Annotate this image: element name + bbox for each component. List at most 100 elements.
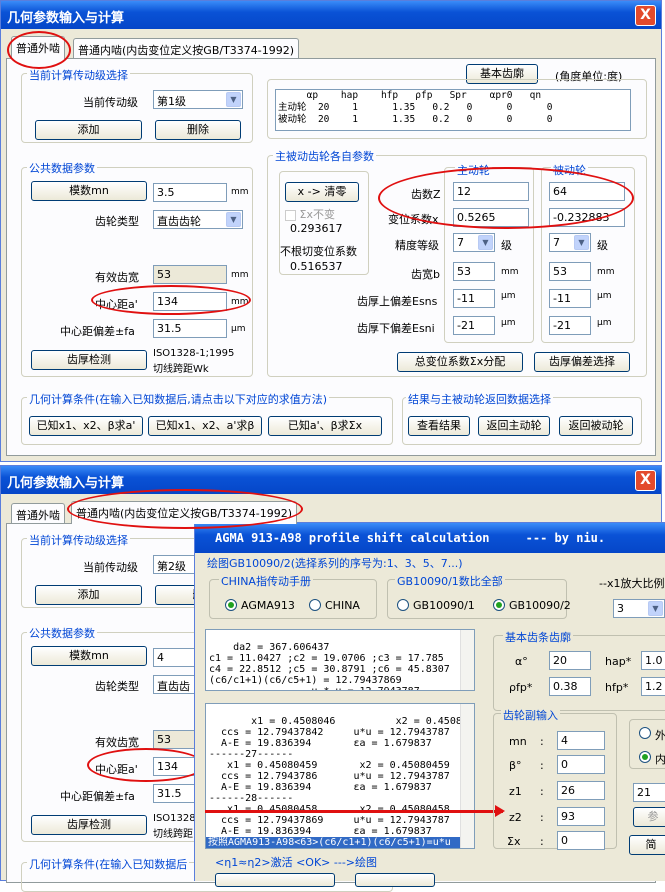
group-level-label-2: 当前计算传动级选择 xyxy=(27,532,130,548)
add-button[interactable]: 添加 xyxy=(35,120,142,140)
scrollbar[interactable] xyxy=(460,704,474,848)
um-unit: μm xyxy=(501,291,516,301)
china-radio[interactable] xyxy=(309,599,321,611)
annotation-circle xyxy=(91,285,251,315)
um-unit: μm xyxy=(501,318,516,328)
right-value[interactable]: 21 xyxy=(633,783,665,802)
group-basic-rack-label: 基本齿条齿廓 xyxy=(503,629,573,645)
close-button-2[interactable]: X xyxy=(635,470,656,491)
colon: : xyxy=(540,785,544,798)
gear-type-select[interactable]: 直齿齿轮 ▼ xyxy=(153,210,243,229)
alpha-input[interactable]: 20 xyxy=(549,651,591,670)
group-level-label: 当前计算传动级选择 xyxy=(27,67,130,83)
beta-label: β° xyxy=(509,759,522,772)
mm-unit: mm xyxy=(231,270,249,280)
thickness-note-2: 切线跨距Wk xyxy=(153,364,209,375)
mn-label: mn xyxy=(509,735,527,748)
agma-title: AGMA 913-A98 profile shift calculation -… xyxy=(195,523,665,553)
thickness-note-1: ISO1328-1;1995 xyxy=(153,348,235,359)
close-button-1[interactable]: X xyxy=(635,5,656,26)
b1-input[interactable]: 53 xyxy=(453,262,495,281)
colon: : xyxy=(540,835,544,848)
module-button[interactable]: 模数mn xyxy=(31,181,147,201)
hfp-input[interactable]: 1.2 xyxy=(641,677,665,696)
esns2-input[interactable]: -11 xyxy=(549,289,591,308)
module-input[interactable]: 3.5 xyxy=(153,183,227,202)
z1-label: z1 xyxy=(509,785,522,798)
param-button[interactable]: 参 xyxy=(633,807,665,827)
thickness-check-button[interactable]: 齿厚检测 xyxy=(31,350,147,370)
thickness-note-2-1: ISO1328 xyxy=(153,813,196,824)
z2-input-agma[interactable]: 93 xyxy=(557,807,605,826)
tab-external-mesh-2[interactable]: 普通外啮 xyxy=(11,503,65,524)
current-level-label: 当前传动级 xyxy=(83,96,138,109)
return-drive-button[interactable]: 返回主动轮 xyxy=(478,416,550,436)
annotation-underline xyxy=(205,810,503,813)
cd-tolerance-input[interactable]: 31.5 xyxy=(153,319,227,338)
rho-input[interactable]: 0.38 xyxy=(549,677,591,696)
result-textbox-1[interactable]: da2 = 367.606437 c1 = 11.0427 ;c2 = 19.0… xyxy=(205,629,475,691)
mm-unit: mm xyxy=(501,267,519,277)
scrollbar[interactable] xyxy=(460,630,474,690)
sumx-fixed-label: Σx不变 xyxy=(299,208,335,221)
current-level-value-2: 第2级 xyxy=(157,560,186,573)
sumx-fixed-checkbox[interactable]: Σx不变 xyxy=(285,206,335,222)
tab-panel: 当前计算传动级选择 当前传动级 第1级 ▼ 添加 删除 公共数据参数 模数mn 3… xyxy=(6,58,656,456)
annotation-circle xyxy=(87,748,205,782)
thickness-check-button-2[interactable]: 齿厚检测 xyxy=(31,815,147,835)
window-title-2: 几何参数输入与计算 xyxy=(1,466,661,494)
current-level-select[interactable]: 第1级 ▼ xyxy=(153,90,243,109)
method-3-button[interactable]: 已知a'、β求Σx xyxy=(268,416,382,436)
no-undercut-label: 不根切变位系数 xyxy=(280,245,357,258)
gb10090-2-label: GB10090/2 xyxy=(509,599,571,612)
sumx-input[interactable]: 0 xyxy=(557,831,605,850)
chevron-down-icon: ▼ xyxy=(226,212,241,227)
esni1-input[interactable]: -21 xyxy=(453,316,495,335)
gb10090-1-label: GB10090/1 xyxy=(413,599,475,612)
esns1-input[interactable]: -11 xyxy=(453,289,495,308)
simple-button[interactable]: 简 xyxy=(629,835,665,855)
result-selected-line: 按照AGMA913-A98<63>(c6/c1+1)(c6/c5+1)=u*u xyxy=(206,837,460,848)
thickness-dev-button[interactable]: 齿厚偏差选择 xyxy=(534,352,630,372)
view-result-button[interactable]: 查看结果 xyxy=(408,416,470,436)
b2-input[interactable]: 53 xyxy=(549,262,591,281)
mn-input[interactable]: 4 xyxy=(557,731,605,750)
module-button-2[interactable]: 模数mn xyxy=(31,646,147,666)
gb10090-1-radio[interactable] xyxy=(397,599,409,611)
annotation-circle xyxy=(378,167,634,229)
magnify-select[interactable]: 3 ▼ xyxy=(613,599,665,618)
group-basic-rack xyxy=(493,635,665,711)
gb10090-2-radio[interactable] xyxy=(493,599,505,611)
x-clear-button[interactable]: x -> 清零 xyxy=(285,182,359,202)
hap-input[interactable]: 1.0 xyxy=(641,651,665,670)
method-2-button[interactable]: 已知x1、x2、a'求β xyxy=(148,416,262,436)
hap-label: hap* xyxy=(605,655,632,668)
sumx-distribute-button[interactable]: 总变位系数Σx分配 xyxy=(397,352,523,372)
footer-button-1[interactable] xyxy=(215,873,335,887)
method-1-button[interactable]: 已知x1、x2、β求a' xyxy=(29,416,143,436)
accuracy-2-select[interactable]: 7 ▼ xyxy=(549,233,591,252)
colon: : xyxy=(540,735,544,748)
group-gear-pair-label: 齿轮副输入 xyxy=(501,707,560,723)
agma913-radio[interactable] xyxy=(225,599,237,611)
accuracy-2-value: 7 xyxy=(553,236,560,249)
z1-input-agma[interactable]: 26 xyxy=(557,781,605,800)
window-title-1: 几何参数输入与计算 xyxy=(1,1,661,29)
eff-width-label: 有效齿宽 xyxy=(95,271,139,284)
tab-internal-mesh[interactable]: 普通内啮(内齿变位定义按GB/T3374-1992) xyxy=(73,38,300,59)
external-radio[interactable] xyxy=(639,727,651,739)
gear-type-value-2: 直齿齿 xyxy=(157,680,190,693)
gear-type-value: 直齿齿轮 xyxy=(157,215,201,228)
current-level-label-2: 当前传动级 xyxy=(83,561,138,574)
internal-radio[interactable] xyxy=(639,751,651,763)
result-textbox-2[interactable]: x1 = 0.4508046 x2 = 0.4508046 ccs = 12.7… xyxy=(205,703,475,849)
return-driven-button[interactable]: 返回被动轮 xyxy=(559,416,633,436)
magnify-value: 3 xyxy=(617,602,624,615)
add-button-2[interactable]: 添加 xyxy=(35,585,142,605)
footer-button-2[interactable] xyxy=(355,873,435,887)
beta-input[interactable]: 0 xyxy=(557,755,605,774)
group-handbook-label: CHINA指传动手册 xyxy=(219,573,313,589)
esni2-input[interactable]: -21 xyxy=(549,316,591,335)
delete-button[interactable]: 删除 xyxy=(155,120,241,140)
accuracy-1-select[interactable]: 7 ▼ xyxy=(453,233,495,252)
